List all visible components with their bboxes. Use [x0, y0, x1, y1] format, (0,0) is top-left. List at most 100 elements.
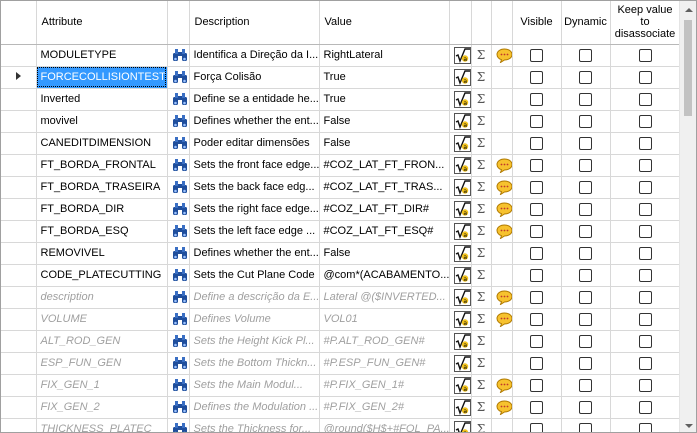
dynamic-checkbox[interactable] [579, 202, 592, 216]
keep-value-checkbox[interactable] [638, 92, 652, 106]
comment-cell[interactable] [491, 286, 513, 309]
lookup-button[interactable] [167, 110, 190, 133]
scrollbar-thumb[interactable] [684, 20, 692, 116]
dynamic-checkbox[interactable] [579, 268, 592, 282]
attribute-cell[interactable]: FIX_GEN_2 [36, 396, 168, 419]
dynamic-checkbox[interactable] [579, 70, 592, 84]
keep-value-checkbox[interactable] [638, 202, 652, 216]
table-row[interactable]: movivel Defines whether the ent... False… [1, 110, 681, 133]
dynamic-checkbox[interactable] [579, 48, 592, 62]
dynamic-checkbox[interactable] [579, 246, 592, 260]
lookup-button[interactable] [167, 242, 190, 265]
value-cell[interactable]: #COZ_LAT_FT_TRAS... [319, 176, 450, 199]
visible-checkbox[interactable] [530, 114, 543, 128]
keep-value-checkbox[interactable] [638, 378, 652, 392]
visible-checkbox[interactable] [530, 290, 543, 304]
sum-button[interactable]: Σ [471, 110, 492, 133]
sum-button[interactable]: Σ [471, 330, 492, 353]
dynamic-checkbox[interactable] [579, 312, 592, 326]
visible-checkbox[interactable] [530, 48, 543, 62]
comment-cell[interactable] [491, 396, 513, 419]
description-cell[interactable]: Sets the back face edg... [189, 176, 320, 199]
value-cell[interactable]: VOL01 [319, 308, 450, 331]
sum-button[interactable]: Σ [471, 176, 492, 199]
description-cell[interactable]: Sets the right face edge... [189, 198, 320, 221]
table-row[interactable]: FIX_GEN_1 Sets the Main Modul... #P.FIX_… [1, 374, 681, 397]
description-cell[interactable]: Força Colisão [189, 66, 320, 89]
sum-button[interactable]: Σ [471, 154, 492, 177]
table-row[interactable]: ESP_FUN_GEN Sets the Bottom Thickn... #P… [1, 352, 681, 375]
sum-button[interactable]: Σ [471, 220, 492, 243]
table-row[interactable]: Inverted Define se a entidade he... True… [1, 88, 681, 111]
value-cell[interactable]: False [319, 110, 450, 133]
formula-button[interactable]: a [449, 418, 472, 432]
comment-cell[interactable] [491, 220, 513, 243]
visible-checkbox[interactable] [530, 70, 543, 84]
column-header-attribute[interactable]: Attribute [36, 1, 168, 45]
formula-button[interactable]: a [449, 132, 472, 155]
row-header[interactable] [1, 374, 37, 397]
table-row[interactable]: CODE_PLATECUTTING Sets the Cut Plane Cod… [1, 264, 681, 287]
attribute-cell[interactable]: FT_BORDA_ESQ [36, 220, 168, 243]
comment-cell[interactable] [491, 242, 513, 265]
lookup-button[interactable] [167, 330, 190, 353]
visible-checkbox[interactable] [530, 312, 543, 326]
description-cell[interactable]: Defines whether the ent... [189, 242, 320, 265]
table-row[interactable]: description Define a descrição da E... L… [1, 286, 681, 309]
dynamic-checkbox[interactable] [579, 158, 592, 172]
column-header-keep-value[interactable]: Keep value to disassociate [610, 1, 681, 45]
formula-button[interactable]: a [449, 176, 472, 199]
dynamic-checkbox[interactable] [579, 224, 592, 238]
sum-button[interactable]: Σ [471, 418, 492, 432]
formula-button[interactable]: a [449, 242, 472, 265]
formula-button[interactable]: a [449, 220, 472, 243]
row-header[interactable] [1, 264, 37, 287]
attribute-cell[interactable]: CODE_PLATECUTTING [36, 264, 168, 287]
visible-checkbox[interactable] [530, 422, 543, 432]
column-header-lookup[interactable] [167, 1, 190, 45]
keep-value-checkbox[interactable] [638, 400, 652, 414]
comment-cell[interactable] [491, 330, 513, 353]
column-header-dynamic[interactable]: Dynamic [561, 1, 611, 45]
description-cell[interactable]: Define se a entidade he... [189, 88, 320, 111]
comment-cell[interactable] [491, 66, 513, 89]
attribute-cell[interactable]: FIX_GEN_1 [36, 374, 168, 397]
column-header-sum[interactable] [471, 1, 492, 45]
formula-button[interactable]: a [449, 374, 472, 397]
comment-cell[interactable] [491, 176, 513, 199]
description-cell[interactable]: Sets the Bottom Thickn... [189, 352, 320, 375]
visible-checkbox[interactable] [530, 400, 543, 414]
description-cell[interactable]: Define a descrição da E... [189, 286, 320, 309]
keep-value-checkbox[interactable] [638, 224, 652, 238]
keep-value-checkbox[interactable] [638, 70, 652, 84]
table-row[interactable]: FT_BORDA_TRASEIRA Sets the back face edg… [1, 176, 681, 199]
value-cell[interactable]: @com*(ACABAMENTO... [319, 264, 450, 287]
column-header-visible[interactable]: Visible [512, 1, 562, 45]
lookup-button[interactable] [167, 88, 190, 111]
keep-value-checkbox[interactable] [638, 136, 652, 150]
formula-button[interactable]: a [449, 286, 472, 309]
visible-checkbox[interactable] [530, 180, 543, 194]
attribute-cell[interactable]: REMOVIVEL [36, 242, 168, 265]
column-header-description[interactable]: Description [189, 1, 320, 45]
value-cell[interactable]: @round($H$+#FOL_PA... [319, 418, 450, 432]
formula-button[interactable]: a [449, 198, 472, 221]
row-header[interactable] [1, 286, 37, 309]
scroll-up-arrow-icon[interactable] [680, 1, 696, 18]
sum-button[interactable]: Σ [471, 132, 492, 155]
attributes-grid[interactable]: Attribute Description Value Visible Dyna… [0, 0, 697, 433]
lookup-button[interactable] [167, 220, 190, 243]
scroll-down-arrow-icon[interactable] [680, 417, 696, 432]
sum-button[interactable]: Σ [471, 242, 492, 265]
row-header[interactable] [1, 132, 37, 155]
sum-button[interactable]: Σ [471, 352, 492, 375]
sum-button[interactable]: Σ [471, 198, 492, 221]
attribute-cell[interactable]: FT_BORDA_TRASEIRA [36, 176, 168, 199]
value-cell[interactable]: #COZ_LAT_FT_DIR# [319, 198, 450, 221]
keep-value-checkbox[interactable] [638, 334, 652, 348]
comment-cell[interactable] [491, 308, 513, 331]
value-cell[interactable]: False [319, 132, 450, 155]
sum-button[interactable]: Σ [471, 264, 492, 287]
sum-button[interactable]: Σ [471, 88, 492, 111]
lookup-button[interactable] [167, 198, 190, 221]
